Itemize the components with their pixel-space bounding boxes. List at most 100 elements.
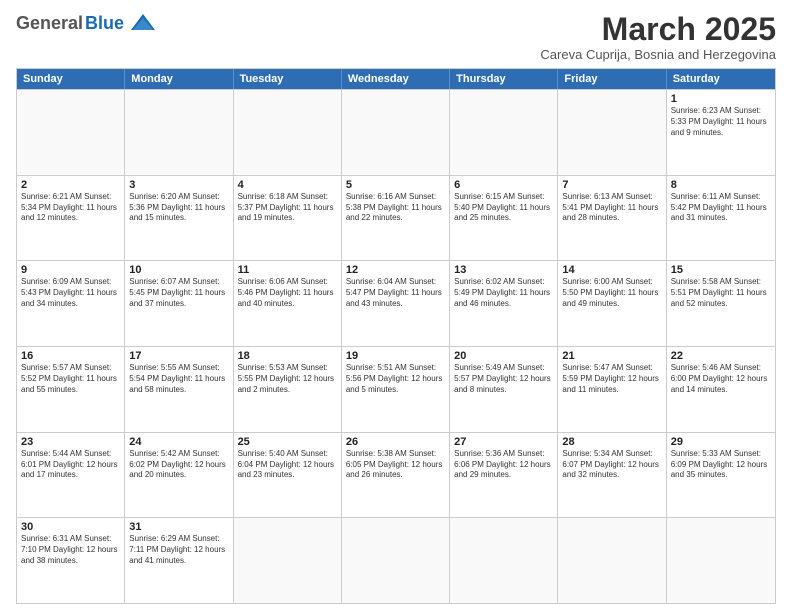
day-number: 19 bbox=[346, 350, 445, 362]
calendar-row: 1Sunrise: 6:23 AM Sunset: 5:33 PM Daylig… bbox=[17, 89, 775, 175]
day-info: Sunrise: 5:53 AM Sunset: 5:55 PM Dayligh… bbox=[238, 363, 337, 395]
weekday-header: Saturday bbox=[667, 69, 775, 89]
day-info: Sunrise: 6:04 AM Sunset: 5:47 PM Dayligh… bbox=[346, 277, 445, 309]
day-info: Sunrise: 6:21 AM Sunset: 5:34 PM Dayligh… bbox=[21, 192, 120, 224]
calendar-row: 23Sunrise: 5:44 AM Sunset: 6:01 PM Dayli… bbox=[17, 432, 775, 518]
day-number: 23 bbox=[21, 436, 120, 448]
calendar-cell: 3Sunrise: 6:20 AM Sunset: 5:36 PM Daylig… bbox=[125, 176, 233, 261]
calendar-cell bbox=[558, 518, 666, 603]
calendar-cell bbox=[342, 518, 450, 603]
day-info: Sunrise: 5:57 AM Sunset: 5:52 PM Dayligh… bbox=[21, 363, 120, 395]
day-info: Sunrise: 6:07 AM Sunset: 5:45 PM Dayligh… bbox=[129, 277, 228, 309]
day-info: Sunrise: 6:02 AM Sunset: 5:49 PM Dayligh… bbox=[454, 277, 553, 309]
day-info: Sunrise: 6:15 AM Sunset: 5:40 PM Dayligh… bbox=[454, 192, 553, 224]
day-number: 30 bbox=[21, 521, 120, 533]
day-info: Sunrise: 6:18 AM Sunset: 5:37 PM Dayligh… bbox=[238, 192, 337, 224]
day-number: 17 bbox=[129, 350, 228, 362]
calendar-cell: 5Sunrise: 6:16 AM Sunset: 5:38 PM Daylig… bbox=[342, 176, 450, 261]
day-info: Sunrise: 5:42 AM Sunset: 6:02 PM Dayligh… bbox=[129, 449, 228, 481]
day-number: 25 bbox=[238, 436, 337, 448]
day-number: 28 bbox=[562, 436, 661, 448]
day-info: Sunrise: 5:58 AM Sunset: 5:51 PM Dayligh… bbox=[671, 277, 771, 309]
calendar-cell: 14Sunrise: 6:00 AM Sunset: 5:50 PM Dayli… bbox=[558, 261, 666, 346]
title-block: March 2025 Careva Cuprija, Bosnia and He… bbox=[540, 12, 776, 62]
subtitle: Careva Cuprija, Bosnia and Herzegovina bbox=[540, 47, 776, 62]
day-info: Sunrise: 5:34 AM Sunset: 6:07 PM Dayligh… bbox=[562, 449, 661, 481]
day-info: Sunrise: 5:49 AM Sunset: 5:57 PM Dayligh… bbox=[454, 363, 553, 395]
day-number: 16 bbox=[21, 350, 120, 362]
day-number: 18 bbox=[238, 350, 337, 362]
weekday-header: Sunday bbox=[17, 69, 125, 89]
day-number: 20 bbox=[454, 350, 553, 362]
day-info: Sunrise: 5:36 AM Sunset: 6:06 PM Dayligh… bbox=[454, 449, 553, 481]
day-number: 12 bbox=[346, 264, 445, 276]
day-number: 10 bbox=[129, 264, 228, 276]
calendar-cell bbox=[234, 518, 342, 603]
day-number: 9 bbox=[21, 264, 120, 276]
day-number: 21 bbox=[562, 350, 661, 362]
day-number: 13 bbox=[454, 264, 553, 276]
logo-blue-text: Blue bbox=[85, 13, 124, 34]
calendar-cell: 18Sunrise: 5:53 AM Sunset: 5:55 PM Dayli… bbox=[234, 347, 342, 432]
weekday-header: Tuesday bbox=[234, 69, 342, 89]
calendar-cell bbox=[125, 90, 233, 175]
calendar-cell: 21Sunrise: 5:47 AM Sunset: 5:59 PM Dayli… bbox=[558, 347, 666, 432]
calendar-cell: 6Sunrise: 6:15 AM Sunset: 5:40 PM Daylig… bbox=[450, 176, 558, 261]
calendar-row: 16Sunrise: 5:57 AM Sunset: 5:52 PM Dayli… bbox=[17, 346, 775, 432]
calendar-cell: 9Sunrise: 6:09 AM Sunset: 5:43 PM Daylig… bbox=[17, 261, 125, 346]
day-number: 1 bbox=[671, 93, 771, 105]
day-info: Sunrise: 5:47 AM Sunset: 5:59 PM Dayligh… bbox=[562, 363, 661, 395]
day-info: Sunrise: 5:55 AM Sunset: 5:54 PM Dayligh… bbox=[129, 363, 228, 395]
calendar-cell: 29Sunrise: 5:33 AM Sunset: 6:09 PM Dayli… bbox=[667, 433, 775, 518]
logo-general-text: General bbox=[16, 13, 83, 34]
day-number: 2 bbox=[21, 179, 120, 191]
calendar-cell bbox=[234, 90, 342, 175]
day-info: Sunrise: 5:33 AM Sunset: 6:09 PM Dayligh… bbox=[671, 449, 771, 481]
day-info: Sunrise: 6:31 AM Sunset: 7:10 PM Dayligh… bbox=[21, 534, 120, 566]
calendar-body: 1Sunrise: 6:23 AM Sunset: 5:33 PM Daylig… bbox=[17, 89, 775, 603]
calendar-cell bbox=[17, 90, 125, 175]
logo: GeneralBlue bbox=[16, 12, 157, 34]
calendar-cell: 22Sunrise: 5:46 AM Sunset: 6:00 PM Dayli… bbox=[667, 347, 775, 432]
calendar-row: 2Sunrise: 6:21 AM Sunset: 5:34 PM Daylig… bbox=[17, 175, 775, 261]
calendar-cell: 27Sunrise: 5:36 AM Sunset: 6:06 PM Dayli… bbox=[450, 433, 558, 518]
day-number: 22 bbox=[671, 350, 771, 362]
calendar-cell: 28Sunrise: 5:34 AM Sunset: 6:07 PM Dayli… bbox=[558, 433, 666, 518]
calendar-cell: 17Sunrise: 5:55 AM Sunset: 5:54 PM Dayli… bbox=[125, 347, 233, 432]
day-info: Sunrise: 6:11 AM Sunset: 5:42 PM Dayligh… bbox=[671, 192, 771, 224]
weekday-header: Monday bbox=[125, 69, 233, 89]
day-number: 27 bbox=[454, 436, 553, 448]
day-number: 26 bbox=[346, 436, 445, 448]
calendar-cell: 26Sunrise: 5:38 AM Sunset: 6:05 PM Dayli… bbox=[342, 433, 450, 518]
day-info: Sunrise: 6:00 AM Sunset: 5:50 PM Dayligh… bbox=[562, 277, 661, 309]
calendar-row: 30Sunrise: 6:31 AM Sunset: 7:10 PM Dayli… bbox=[17, 517, 775, 603]
calendar-cell: 13Sunrise: 6:02 AM Sunset: 5:49 PM Dayli… bbox=[450, 261, 558, 346]
calendar-cell: 4Sunrise: 6:18 AM Sunset: 5:37 PM Daylig… bbox=[234, 176, 342, 261]
calendar-cell: 12Sunrise: 6:04 AM Sunset: 5:47 PM Dayli… bbox=[342, 261, 450, 346]
weekday-header: Thursday bbox=[450, 69, 558, 89]
calendar-cell bbox=[558, 90, 666, 175]
calendar-cell: 2Sunrise: 6:21 AM Sunset: 5:34 PM Daylig… bbox=[17, 176, 125, 261]
day-info: Sunrise: 5:44 AM Sunset: 6:01 PM Dayligh… bbox=[21, 449, 120, 481]
calendar-cell: 16Sunrise: 5:57 AM Sunset: 5:52 PM Dayli… bbox=[17, 347, 125, 432]
day-info: Sunrise: 6:16 AM Sunset: 5:38 PM Dayligh… bbox=[346, 192, 445, 224]
day-number: 15 bbox=[671, 264, 771, 276]
calendar-header: SundayMondayTuesdayWednesdayThursdayFrid… bbox=[17, 69, 775, 89]
calendar-cell bbox=[667, 518, 775, 603]
calendar-cell: 8Sunrise: 6:11 AM Sunset: 5:42 PM Daylig… bbox=[667, 176, 775, 261]
day-number: 4 bbox=[238, 179, 337, 191]
day-info: Sunrise: 6:29 AM Sunset: 7:11 PM Dayligh… bbox=[129, 534, 228, 566]
calendar-cell: 25Sunrise: 5:40 AM Sunset: 6:04 PM Dayli… bbox=[234, 433, 342, 518]
month-title: March 2025 bbox=[540, 12, 776, 47]
calendar-cell bbox=[450, 518, 558, 603]
logo-icon bbox=[129, 12, 157, 34]
calendar: SundayMondayTuesdayWednesdayThursdayFrid… bbox=[16, 68, 776, 604]
day-number: 29 bbox=[671, 436, 771, 448]
day-info: Sunrise: 5:46 AM Sunset: 6:00 PM Dayligh… bbox=[671, 363, 771, 395]
day-info: Sunrise: 6:13 AM Sunset: 5:41 PM Dayligh… bbox=[562, 192, 661, 224]
calendar-cell: 15Sunrise: 5:58 AM Sunset: 5:51 PM Dayli… bbox=[667, 261, 775, 346]
day-number: 7 bbox=[562, 179, 661, 191]
calendar-cell bbox=[342, 90, 450, 175]
day-number: 6 bbox=[454, 179, 553, 191]
calendar-cell: 7Sunrise: 6:13 AM Sunset: 5:41 PM Daylig… bbox=[558, 176, 666, 261]
